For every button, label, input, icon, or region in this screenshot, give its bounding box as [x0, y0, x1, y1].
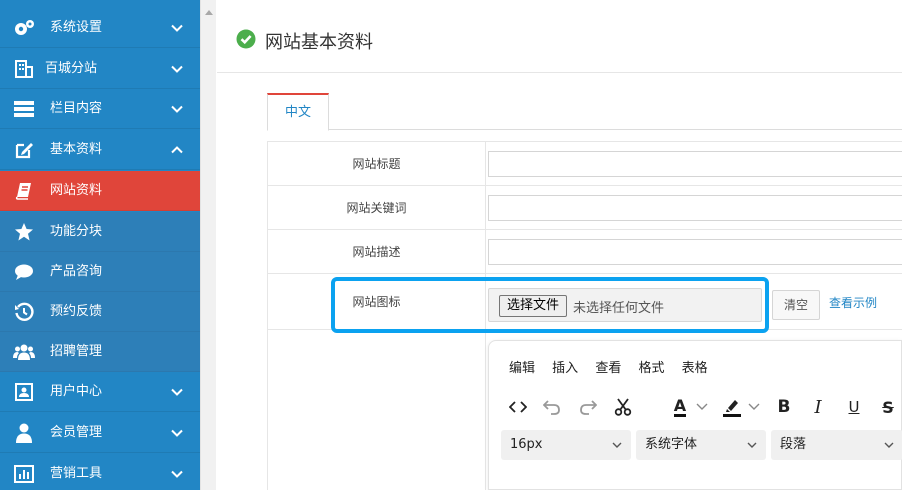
menu-view[interactable]: 查看	[595, 361, 621, 376]
chevron-up-icon	[171, 146, 183, 154]
menu-table[interactable]: 表格	[682, 361, 708, 376]
site-icon-file-input[interactable]: 选择文件 未选择任何文件	[488, 288, 762, 322]
editor-menubar: 编辑 插入 查看 格式 表格	[509, 357, 721, 376]
sidebar-item-label: 功能分块	[50, 224, 103, 239]
edit-icon	[13, 140, 35, 160]
sidebar-item-site-info[interactable]: 网站资料	[0, 171, 200, 211]
rich-text-editor: 编辑 插入 查看 格式 表格 A B I U S 16px 系统字体 段落	[488, 340, 902, 490]
underline-icon[interactable]: U	[843, 396, 865, 418]
font-color-chevron-icon[interactable]	[695, 396, 709, 418]
file-status-text: 未选择任何文件	[573, 301, 665, 316]
sidebar: 系统设置 百城分站 栏目内容 基本资料 网站资料 功能分块 产品咨询 预约反馈 …	[0, 0, 200, 490]
sidebar-item-label: 百城分站	[45, 61, 98, 76]
chevron-down-icon	[884, 442, 894, 448]
block-format-select[interactable]: 段落	[771, 430, 902, 460]
page-header: 网站基本资料	[217, 0, 902, 73]
choose-file-button[interactable]: 选择文件	[499, 295, 568, 317]
building-icon	[13, 59, 35, 79]
user-icon	[13, 423, 35, 443]
sidebar-item-label: 会员管理	[50, 425, 103, 440]
sidebar-item-label: 栏目内容	[50, 101, 103, 116]
field-label: 网站标题	[268, 142, 486, 185]
field-label	[268, 330, 486, 490]
check-circle-icon	[236, 29, 256, 49]
book-icon	[13, 181, 35, 201]
tab-chinese[interactable]: 中文	[267, 93, 329, 131]
page-title: 网站基本资料	[265, 32, 373, 53]
font-size-select[interactable]: 16px	[501, 430, 631, 460]
sidebar-item-label: 招聘管理	[50, 344, 103, 359]
sidebar-item-marketing-tools[interactable]: 营销工具	[0, 454, 200, 490]
font-color-icon[interactable]: A	[669, 396, 691, 418]
code-icon[interactable]	[507, 396, 529, 418]
sidebar-item-label: 系统设置	[50, 20, 103, 35]
redo-icon[interactable]	[577, 396, 599, 418]
sidebar-item-system-settings[interactable]: 系统设置	[0, 8, 200, 48]
block-format-value: 段落	[780, 437, 807, 452]
italic-icon[interactable]: I	[807, 396, 829, 418]
users-icon	[13, 342, 35, 362]
sidebar-item-column-content[interactable]: 栏目内容	[0, 89, 200, 129]
sidebar-item-function-blocks[interactable]: 功能分块	[0, 212, 200, 252]
menu-insert[interactable]: 插入	[552, 361, 578, 376]
highlight-icon[interactable]	[721, 396, 743, 418]
sidebar-item-basic-info[interactable]: 基本资料	[0, 130, 200, 170]
form-row-site-icon: 网站图标 选择文件 未选择任何文件 清空 查看示例	[268, 274, 902, 330]
editor-format-selects: 16px 系统字体 段落	[501, 430, 902, 460]
cut-icon[interactable]	[612, 396, 634, 418]
sidebar-item-member-management[interactable]: 会员管理	[0, 413, 200, 453]
sidebar-item-recruitment[interactable]: 招聘管理	[0, 332, 200, 372]
sidebar-item-label: 基本资料	[50, 142, 103, 157]
chevron-down-icon	[171, 470, 183, 478]
chevron-down-icon	[171, 24, 183, 32]
clear-button[interactable]: 清空	[772, 290, 820, 320]
sidebar-item-label: 营销工具	[50, 466, 103, 481]
field-label: 网站关键词	[268, 186, 486, 229]
sidebar-item-user-center[interactable]: 用户中心	[0, 372, 200, 412]
bar-chart-icon	[13, 464, 35, 484]
scroll-up-arrow-icon[interactable]	[205, 10, 213, 15]
field-label: 网站图标	[268, 274, 486, 329]
font-family-value: 系统字体	[645, 437, 698, 452]
site-keywords-input[interactable]	[488, 195, 902, 221]
form-row-site-description: 网站描述	[268, 230, 902, 274]
history-icon	[13, 302, 35, 322]
chevron-down-icon	[171, 105, 183, 113]
sidebar-item-label: 用户中心	[50, 384, 103, 399]
undo-icon[interactable]	[541, 396, 563, 418]
sidebar-item-city-sites[interactable]: 百城分站	[0, 49, 200, 89]
highlight-chevron-icon[interactable]	[747, 396, 761, 418]
chevron-down-icon	[171, 388, 183, 396]
view-example-link[interactable]: 查看示例	[829, 294, 877, 311]
font-family-select[interactable]: 系统字体	[636, 430, 766, 460]
sidebar-item-label: 网站资料	[50, 183, 103, 198]
gears-icon	[13, 18, 35, 38]
strikethrough-icon[interactable]: S	[877, 396, 899, 418]
sidebar-scrollbar[interactable]	[200, 0, 216, 490]
menu-format[interactable]: 格式	[638, 361, 664, 376]
chevron-down-icon	[747, 442, 757, 448]
sidebar-item-booking-feedback[interactable]: 预约反馈	[0, 292, 200, 332]
form-row-site-title: 网站标题	[268, 142, 902, 186]
font-size-value: 16px	[510, 437, 543, 452]
chevron-down-icon	[612, 442, 622, 448]
chevron-down-icon	[171, 429, 183, 437]
sidebar-item-label: 产品咨询	[50, 264, 103, 279]
bold-icon[interactable]: B	[773, 396, 795, 418]
sidebar-item-product-inquiry[interactable]: 产品咨询	[0, 252, 200, 292]
field-label: 网站描述	[268, 230, 486, 273]
site-title-input[interactable]	[488, 151, 902, 177]
form-row-site-keywords: 网站关键词	[268, 186, 902, 230]
star-icon	[13, 222, 35, 242]
menu-edit[interactable]: 编辑	[509, 361, 535, 376]
font-color-letter: A	[673, 395, 687, 417]
user-card-icon	[13, 382, 35, 402]
columns-icon	[13, 99, 35, 119]
site-description-input[interactable]	[488, 239, 902, 265]
chevron-down-icon	[171, 65, 183, 73]
editor-toolbar: A B I U S	[489, 393, 902, 421]
comment-icon	[13, 262, 35, 282]
language-tabs: 中文	[267, 93, 902, 131]
sidebar-item-label: 预约反馈	[50, 304, 103, 319]
